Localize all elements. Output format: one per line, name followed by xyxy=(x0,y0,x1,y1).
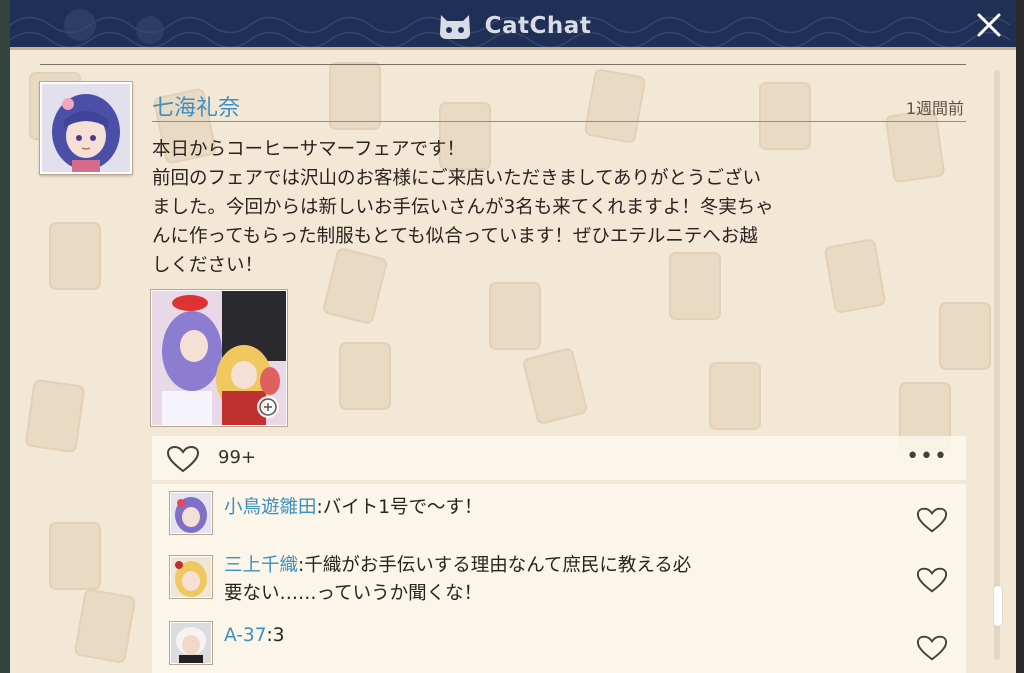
commenter-avatar[interactable] xyxy=(170,556,212,598)
commenter-name[interactable]: 三上千織 xyxy=(224,555,298,576)
app-title: CatChat xyxy=(10,11,1016,41)
background-right-edge xyxy=(1016,0,1024,673)
header-divider xyxy=(40,64,966,65)
more-icon[interactable]: ••• xyxy=(906,444,948,469)
commenter-avatar[interactable] xyxy=(170,492,212,534)
reaction-bar: 99+ ••• xyxy=(152,436,966,480)
scrollbar-track[interactable] xyxy=(994,70,1000,660)
poster-avatar-image xyxy=(42,84,130,172)
app-title-text: CatChat xyxy=(484,13,592,39)
commenter-avatar-image xyxy=(171,493,211,533)
commenter-avatar[interactable] xyxy=(170,622,212,664)
title-bar: CatChat xyxy=(10,0,1016,50)
comment-text: A-37:3 xyxy=(224,622,864,650)
video-play-icon[interactable] xyxy=(256,395,280,419)
comment-body: 3 xyxy=(272,625,285,646)
background-left-edge xyxy=(0,0,10,673)
post-image-thumbnail[interactable] xyxy=(151,290,287,426)
commenter-avatar-image xyxy=(171,557,211,597)
comment-text: 三上千織:千織がお手伝いする理由なんて庶民に教える必 要ない……っていうか聞くな… xyxy=(224,552,864,608)
catchat-window: CatChat 七海礼奈 1週間前 本日からコーヒーサマーフェアです！ 前回のフ… xyxy=(10,0,1016,673)
scrollbar-thumb[interactable] xyxy=(994,586,1002,626)
commenter-name[interactable]: 小鳥遊雛田 xyxy=(224,497,317,518)
heart-icon[interactable] xyxy=(916,506,948,534)
name-divider xyxy=(152,121,966,122)
like-count: 99+ xyxy=(218,447,256,468)
comment-body: バイト1号で～す！ xyxy=(322,497,483,518)
post-body-text: 本日からコーヒーサマーフェアです！ 前回のフェアでは沢山のお客様にご来店いただき… xyxy=(152,139,774,276)
comment-text: 小鳥遊雛田:バイト1号で～す！ xyxy=(224,494,864,522)
poster-name[interactable]: 七海礼奈 xyxy=(152,90,240,122)
comments-list: 小鳥遊雛田:バイト1号で～す！ 三上千織:千織がお手伝いする理由なんて庶民に教え… xyxy=(152,484,966,673)
heart-icon[interactable] xyxy=(916,566,948,594)
post-timestamp: 1週間前 xyxy=(905,99,964,118)
close-icon[interactable] xyxy=(972,8,1006,42)
heart-icon[interactable] xyxy=(166,445,200,473)
cat-logo-icon xyxy=(439,15,470,39)
heart-icon[interactable] xyxy=(916,634,948,662)
poster-avatar[interactable] xyxy=(40,82,132,174)
commenter-name[interactable]: A-37 xyxy=(224,625,266,646)
commenter-avatar-image xyxy=(171,623,211,663)
